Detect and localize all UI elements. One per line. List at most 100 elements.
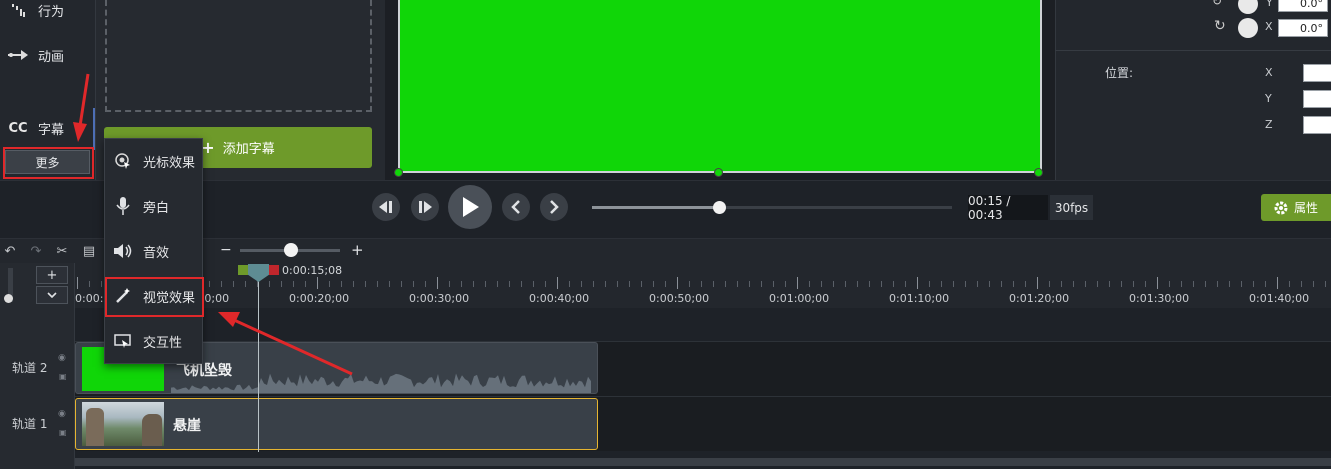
next-marker-button[interactable] (540, 193, 568, 221)
menu-item-cursor-effects[interactable]: 光标效果 (113, 141, 203, 181)
sidebar-item-captions[interactable]: CC 字幕 (0, 108, 95, 148)
ruler-minor-tick (821, 281, 822, 287)
step-back-button[interactable] (372, 193, 400, 221)
menu-item-label: 旁白 (143, 200, 170, 216)
ruler-tick-label: 0:01:30;00 (1129, 292, 1190, 305)
eye-icon[interactable]: ◉ (58, 409, 66, 419)
rotation-dial-x[interactable] (1238, 18, 1258, 38)
menu-item-interactivity[interactable]: 交互性 (113, 321, 203, 361)
ruler-minor-tick (1253, 281, 1254, 287)
sidebar-item-animations[interactable]: 动画 (0, 35, 95, 75)
position-z-field[interactable]: 0.0 (1303, 116, 1331, 134)
previous-marker-button[interactable] (502, 193, 530, 221)
ruler-major-tick (677, 277, 678, 289)
ruler-minor-tick (1313, 281, 1314, 287)
annotation-highlight-more (3, 147, 94, 179)
selection-in-marker[interactable] (238, 265, 248, 275)
ruler-minor-tick (713, 281, 714, 287)
copy-icon[interactable]: ▤ (79, 241, 99, 261)
ruler-minor-tick (701, 281, 702, 287)
ruler-minor-tick (1181, 281, 1182, 287)
rotation-x-field[interactable]: 0.0° (1278, 19, 1328, 37)
position-x-field[interactable]: 0.0 (1303, 64, 1331, 82)
ruler-minor-tick (581, 281, 582, 287)
step-forward-button[interactable] (411, 193, 439, 221)
ruler-minor-tick (485, 281, 486, 287)
ruler-tick-label: 0:00:40;00 (529, 292, 590, 305)
ruler-major-tick (1157, 277, 1158, 289)
ruler-minor-tick (1097, 281, 1098, 287)
chevron-right-icon (550, 200, 559, 214)
play-icon (463, 197, 479, 217)
ruler-minor-tick (629, 281, 630, 287)
thumbnail-rock (142, 414, 162, 446)
cut-icon[interactable]: ✂ (52, 241, 72, 261)
ruler-minor-tick (1109, 281, 1110, 287)
canvas-preview[interactable] (398, 0, 1042, 173)
ruler-minor-tick (89, 281, 90, 287)
play-button[interactable] (448, 185, 492, 229)
step-forward-icon (419, 201, 432, 213)
ruler-minor-tick (413, 281, 414, 287)
ruler-minor-tick (773, 281, 774, 287)
undo-icon[interactable]: ↶ (0, 241, 20, 261)
resize-handle[interactable] (1034, 168, 1043, 177)
add-track-button[interactable]: + (36, 266, 68, 284)
clip-cliff[interactable]: 悬崖 (75, 398, 598, 450)
ruler-minor-tick (305, 281, 306, 287)
collapse-tracks-button[interactable] (36, 286, 68, 304)
ruler-minor-tick (1265, 281, 1266, 287)
ruler-minor-tick (1121, 281, 1122, 287)
ruler-minor-tick (365, 281, 366, 287)
ruler-minor-tick (869, 281, 870, 287)
ruler-minor-tick (473, 281, 474, 287)
sidebar-item-label: 行为 (38, 4, 65, 20)
sidebar-item-behaviors[interactable]: 行为 (0, 0, 95, 30)
lock-icon[interactable]: ▣ (59, 372, 67, 381)
ruler-minor-tick (233, 281, 234, 287)
fps-selector[interactable]: 30fps (1050, 195, 1093, 220)
gear-icon (1274, 201, 1288, 214)
ruler-major-tick (1037, 277, 1038, 289)
ruler-minor-tick (953, 281, 954, 287)
zoom-in-button[interactable]: + (351, 241, 364, 259)
ruler-minor-tick (293, 281, 294, 287)
ruler-minor-tick (1085, 281, 1086, 287)
ruler-minor-tick (1289, 281, 1290, 287)
resize-handle[interactable] (714, 168, 723, 177)
ruler-minor-tick (545, 281, 546, 287)
selection-out-marker[interactable] (269, 265, 279, 275)
thumbnail-rock (86, 408, 104, 446)
zoom-out-button[interactable]: − (220, 242, 232, 258)
rotation-y-field[interactable]: 0.0° (1278, 0, 1328, 12)
cc-icon: CC (8, 120, 28, 136)
ruler-minor-tick (749, 281, 750, 287)
scrubber-handle[interactable] (713, 201, 726, 214)
ruler-minor-tick (653, 281, 654, 287)
ruler-minor-tick (833, 281, 834, 287)
position-y-field[interactable]: 0.0 (1303, 90, 1331, 108)
annotation-highlight-visual-effects (105, 277, 204, 317)
ruler-minor-tick (809, 281, 810, 287)
ruler-tick-label: 0:00:20;00 (289, 292, 350, 305)
track-height-handle[interactable] (4, 294, 13, 303)
playhead-time: 0:00:15;08 (282, 264, 343, 277)
ruler-minor-tick (1049, 281, 1050, 287)
zoom-slider-handle[interactable] (284, 243, 298, 257)
ruler-minor-tick (269, 281, 270, 287)
ruler-minor-tick (353, 281, 354, 287)
ruler-major-tick (77, 277, 78, 289)
ruler-major-tick (317, 277, 318, 289)
horizontal-scrollbar[interactable] (75, 458, 1331, 466)
menu-item-audio-effects[interactable]: 音效 (113, 231, 203, 271)
eye-icon[interactable]: ◉ (58, 353, 66, 363)
ruler-minor-tick (737, 281, 738, 287)
ruler-major-tick (797, 277, 798, 289)
ruler-minor-tick (569, 281, 570, 287)
ruler-minor-tick (1217, 281, 1218, 287)
lock-icon[interactable]: ▣ (59, 428, 67, 437)
resize-handle[interactable] (394, 168, 403, 177)
menu-item-voice-narration[interactable]: 旁白 (113, 186, 203, 226)
properties-button[interactable]: 属性 (1261, 194, 1331, 221)
redo-icon[interactable]: ↷ (26, 241, 46, 261)
